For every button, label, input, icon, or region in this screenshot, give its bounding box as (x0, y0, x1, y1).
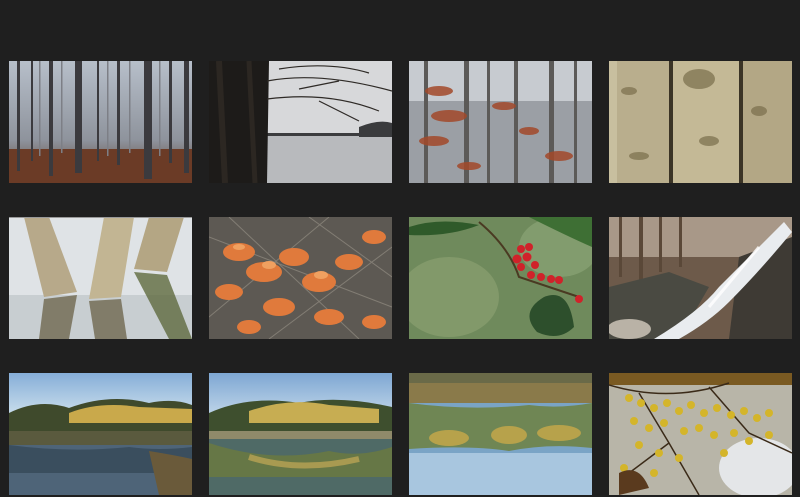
orange-leaves-image (209, 217, 392, 339)
thumbnail-lake-reflection-sunlit-trees[interactable] (209, 373, 392, 495)
thumbnail-tree-by-lake[interactable] (209, 61, 392, 183)
photo-gallery (0, 0, 800, 497)
thumbnail-tree-trunks-closeup[interactable] (609, 61, 792, 183)
lake-sunlit-image (209, 373, 392, 495)
thumbnail-pond-reflection[interactable] (409, 373, 592, 495)
lake-autumn-image (9, 373, 192, 495)
thumbnail-holly-berries[interactable] (409, 217, 592, 339)
thumbnail-misty-forest[interactable] (9, 61, 192, 183)
holly-berries-image (409, 217, 592, 339)
pond-reflection-image (409, 373, 592, 495)
thumbnail-lake-with-autumn-trees[interactable] (9, 373, 192, 495)
trunks-reflected-image (9, 217, 192, 339)
waterfall-image (609, 217, 792, 339)
thumbnail-yellow-berries-branch[interactable] (609, 373, 792, 495)
bare-trees-image (409, 61, 592, 183)
yellow-berries-image (609, 373, 792, 495)
thumbnail-orange-leaves[interactable] (209, 217, 392, 339)
thumbnail-trunks-reflected-in-water[interactable] (9, 217, 192, 339)
thumbnail-bare-trees-orange-leaves[interactable] (409, 61, 592, 183)
tree-by-lake-image (209, 61, 392, 183)
tree-trunks-image (609, 61, 792, 183)
thumbnail-waterfall[interactable] (609, 217, 792, 339)
misty-forest-image (9, 61, 192, 183)
